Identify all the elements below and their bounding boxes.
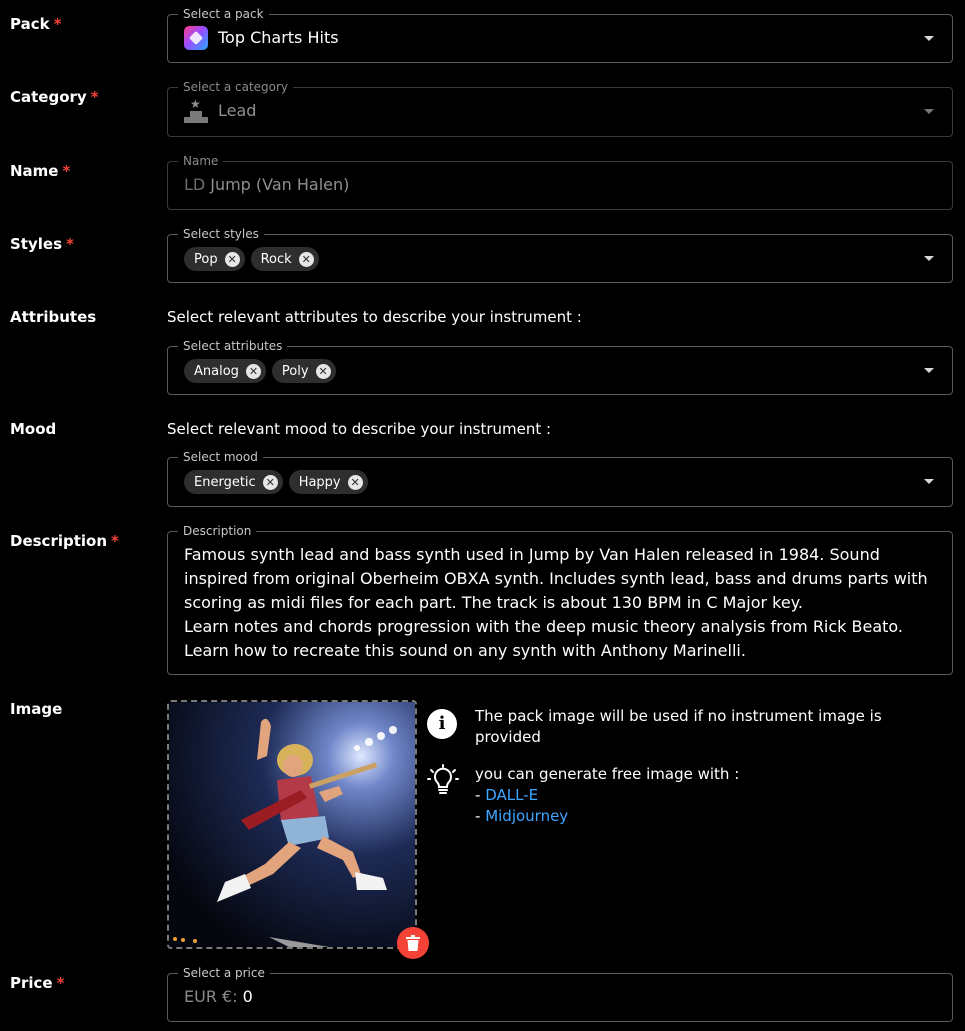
mood-chip: Energetic ✕ (184, 470, 283, 494)
mood-chips: Energetic ✕ Happy ✕ (184, 470, 368, 494)
trash-icon (406, 935, 420, 951)
description-textarea[interactable]: Description Famous synth lead and bass s… (167, 524, 953, 675)
description-value: Famous synth lead and bass synth used in… (184, 545, 928, 660)
guitarist-picture (169, 702, 415, 947)
mood-label: Mood (10, 420, 57, 438)
delete-image-button[interactable] (397, 927, 429, 959)
price-field[interactable]: Select a price EUR €: 0 (167, 966, 953, 1022)
styles-chips: Pop ✕ Rock ✕ (184, 247, 319, 271)
name-label: Name * (10, 162, 71, 180)
price-field-value: EUR €: 0 (184, 987, 253, 1006)
chip-remove-icon[interactable]: ✕ (315, 363, 331, 379)
dropdown-caret-icon[interactable] (924, 367, 934, 373)
category-select-legend: Select a category (178, 80, 294, 94)
attributes-chips: Analog ✕ Poly ✕ (184, 359, 336, 383)
mood-chip: Happy ✕ (288, 470, 368, 494)
image-info-text: The pack image will be used if no instru… (475, 707, 882, 746)
instrument-image[interactable] (167, 700, 417, 949)
mood-select[interactable]: Select mood Energetic ✕ Happy ✕ (167, 450, 953, 507)
dropdown-caret-icon[interactable] (924, 479, 934, 484)
name-field-value: LD Jump (Van Halen) (184, 175, 350, 194)
chip-remove-icon[interactable]: ✕ (224, 251, 240, 267)
price-field-legend: Select a price (178, 966, 270, 980)
pack-select-legend: Select a pack (178, 7, 269, 21)
chip-remove-icon[interactable]: ✕ (347, 474, 363, 490)
lightbulb-icon (427, 764, 459, 794)
info-icon: i (427, 709, 457, 739)
attributes-select[interactable]: Select attributes Analog ✕ Poly ✕ (167, 339, 953, 395)
styles-select[interactable]: Select styles Pop ✕ Rock ✕ (167, 227, 953, 283)
image-tip: you can generate free image with : - DAL… (475, 764, 739, 827)
chip-remove-icon[interactable]: ✕ (262, 474, 278, 490)
style-chip: Rock ✕ (250, 247, 319, 271)
styles-select-legend: Select styles (178, 227, 264, 241)
attribute-chip: Poly ✕ (271, 359, 336, 383)
description-legend: Description (178, 524, 257, 538)
style-chip: Pop ✕ (184, 247, 245, 271)
mood-select-legend: Select mood (178, 450, 263, 464)
name-field[interactable]: Name LD Jump (Van Halen) (167, 154, 953, 210)
dropdown-caret-icon[interactable] (924, 109, 934, 114)
category-select-value: Lead (218, 101, 257, 120)
pack-label: Pack * (10, 15, 62, 33)
attributes-helper: Select relevant attributes to describe y… (167, 308, 582, 326)
tip-line-dalle: - DALL-E (475, 786, 539, 804)
pack-cover-icon (184, 26, 208, 50)
attributes-label: Attributes (10, 308, 97, 326)
image-label: Image (10, 700, 63, 718)
dalle-link[interactable]: DALL-E (485, 786, 538, 804)
chip-remove-icon[interactable]: ✕ (298, 251, 314, 267)
pack-select-value: Top Charts Hits (218, 28, 339, 47)
podium-icon: ★ (184, 98, 208, 124)
dropdown-caret-icon[interactable] (924, 35, 934, 41)
image-tip-text: you can generate free image with : (475, 765, 740, 783)
styles-label: Styles * (10, 235, 74, 253)
name-field-legend: Name (178, 154, 224, 168)
attributes-select-legend: Select attributes (178, 339, 288, 353)
pack-select[interactable]: Select a pack Top Charts Hits (167, 7, 953, 63)
category-label: Category * (10, 88, 99, 106)
dropdown-caret-icon[interactable] (924, 255, 934, 261)
chip-remove-icon[interactable]: ✕ (245, 363, 261, 379)
price-label: Price * (10, 974, 65, 992)
midjourney-link[interactable]: Midjourney (485, 807, 568, 825)
tip-line-midjourney: - Midjourney (475, 807, 569, 825)
attribute-chip: Analog ✕ (184, 359, 266, 383)
description-label: Description * (10, 532, 119, 550)
category-select[interactable]: Select a category ★ Lead (167, 80, 953, 137)
mood-helper: Select relevant mood to describe your in… (167, 420, 552, 438)
